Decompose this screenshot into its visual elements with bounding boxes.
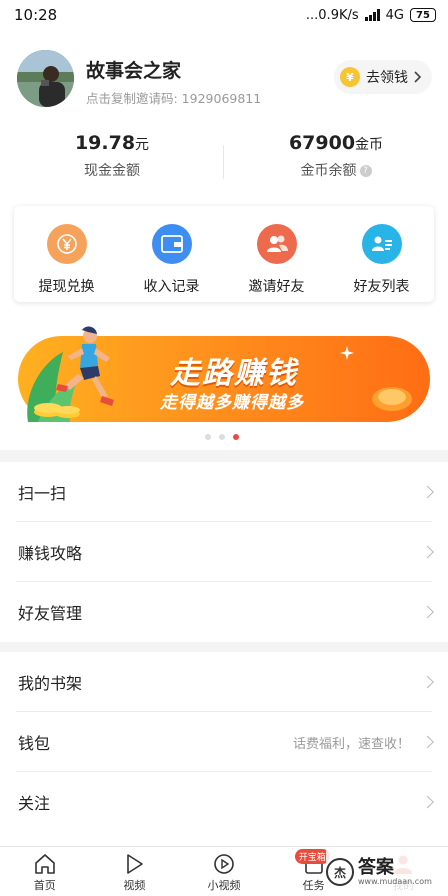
menu-item-label: 赚钱攻略 bbox=[18, 544, 83, 563]
gold-coins-icon bbox=[372, 387, 412, 411]
home-icon bbox=[34, 854, 55, 874]
runner-illustration-icon bbox=[27, 326, 114, 422]
tab-label: 视频 bbox=[123, 879, 146, 892]
cash-unit: 元 bbox=[135, 137, 150, 153]
username: 故事会之家 bbox=[86, 60, 182, 82]
menu-item-label: 关注 bbox=[18, 794, 51, 813]
sparkle-icon bbox=[340, 346, 354, 360]
quick-action-label: 收入记录 bbox=[143, 279, 200, 295]
network-speed: ...0.9K/s bbox=[305, 7, 359, 23]
coin-label: 金币余额 bbox=[300, 163, 357, 179]
chevron-right-icon bbox=[421, 545, 434, 559]
coin-unit: 金币 bbox=[355, 137, 384, 153]
status-indicators: ...0.9K/s 4G 75 bbox=[306, 8, 436, 23]
profile-header: 故事会之家 点击复制邀请码: 1929069811 ¥ 去领钱 bbox=[0, 30, 448, 118]
claim-money-button[interactable]: ¥ 去领钱 bbox=[334, 60, 432, 94]
pagination-dot[interactable] bbox=[205, 434, 211, 440]
tab-label: 任务 bbox=[302, 879, 325, 892]
banner-title: 走路赚钱 bbox=[170, 356, 298, 391]
tab-label: 小视频 bbox=[207, 879, 241, 892]
menu-item-label: 扫一扫 bbox=[18, 484, 67, 503]
status-bar: 10:28 ...0.9K/s 4G 75 bbox=[0, 0, 448, 30]
menu-item-friend-management[interactable]: 好友管理 bbox=[0, 582, 448, 642]
quick-action-invite[interactable]: 邀请好友 bbox=[224, 206, 329, 302]
tab-short-video[interactable]: 小视频 bbox=[179, 847, 269, 896]
chevron-right-icon bbox=[421, 675, 434, 689]
menu-group-tools: 扫一扫 赚钱攻略 好友管理 bbox=[0, 462, 448, 642]
quick-actions-card: 提现兑换 收入记录 邀请好友 好友列表 bbox=[14, 206, 434, 302]
treasure-box-badge: 开宝箱 bbox=[294, 849, 330, 864]
watermark: 杰 答案 www.mudaan.com bbox=[326, 850, 444, 894]
cash-label: 现金金额 bbox=[84, 163, 140, 179]
menu-item-following[interactable]: 关注 bbox=[0, 772, 448, 832]
quick-action-label: 好友列表 bbox=[353, 279, 410, 295]
watermark-logo-icon: 杰 bbox=[326, 858, 354, 886]
menu-item-scan[interactable]: 扫一扫 bbox=[0, 462, 448, 522]
coin-balance[interactable]: 67900金币 金币余额? bbox=[224, 118, 448, 192]
banner-subtitle: 走得越多赚得越多 bbox=[160, 393, 304, 413]
tab-label: 首页 bbox=[33, 879, 56, 892]
watermark-text: 答案 bbox=[358, 856, 394, 878]
battery-level: 75 bbox=[416, 9, 430, 21]
menu-item-label: 我的书架 bbox=[18, 674, 83, 693]
claim-money-label: 去领钱 bbox=[366, 70, 408, 86]
status-time: 10:28 bbox=[14, 6, 58, 24]
quick-action-label: 邀请好友 bbox=[248, 279, 305, 295]
menu-item-label: 好友管理 bbox=[18, 604, 83, 623]
battery-icon: 75 bbox=[410, 8, 436, 22]
quick-action-label: 提现兑换 bbox=[38, 279, 95, 295]
carrier-label: 4G bbox=[385, 7, 404, 23]
chevron-right-icon bbox=[421, 485, 434, 499]
stats-divider bbox=[223, 145, 224, 179]
chevron-right-icon bbox=[421, 605, 434, 619]
quick-action-withdraw[interactable]: 提现兑换 bbox=[14, 206, 119, 302]
wallet-promo-hint: 话费福利，速查收！ bbox=[292, 736, 410, 752]
banner-pagination bbox=[205, 434, 239, 440]
signal-icon bbox=[364, 9, 380, 21]
menu-item-bookshelf[interactable]: 我的书架 bbox=[0, 652, 448, 712]
users-icon bbox=[256, 224, 297, 264]
menu-item-label: 钱包 bbox=[18, 734, 51, 753]
pagination-dot-active[interactable] bbox=[233, 434, 239, 440]
yen-icon bbox=[46, 224, 87, 264]
chevron-right-icon bbox=[421, 795, 434, 809]
tab-home[interactable]: 首页 bbox=[0, 847, 90, 896]
menu-item-earning-guide[interactable]: 赚钱攻略 bbox=[0, 522, 448, 582]
menu-item-wallet[interactable]: 钱包 话费福利，速查收！ bbox=[0, 712, 448, 772]
quick-action-income[interactable]: 收入记录 bbox=[119, 206, 224, 302]
menu-group-account: 我的书架 钱包 话费福利，速查收！ 关注 bbox=[0, 652, 448, 846]
play-icon bbox=[127, 854, 144, 874]
watermark-url: www.mudaan.com bbox=[358, 876, 432, 886]
coin-value: 67900 bbox=[288, 132, 356, 154]
balance-stats: 19.78元 现金金额 67900金币 金币余额? bbox=[0, 118, 448, 192]
question-icon[interactable]: ? bbox=[359, 165, 372, 177]
cash-balance[interactable]: 19.78元 现金金额 bbox=[0, 118, 224, 192]
invite-code[interactable]: 点击复制邀请码: 1929069811 bbox=[86, 88, 261, 107]
cash-value: 19.78 bbox=[74, 132, 136, 154]
avatar[interactable] bbox=[17, 50, 74, 107]
contact-list-icon bbox=[361, 224, 402, 264]
wallet-icon bbox=[151, 224, 192, 264]
chevron-right-icon bbox=[414, 71, 422, 83]
tab-video[interactable]: 视频 bbox=[90, 847, 180, 896]
quick-action-friends[interactable]: 好友列表 bbox=[329, 206, 434, 302]
pagination-dot[interactable] bbox=[219, 434, 225, 440]
chevron-right-icon bbox=[421, 735, 434, 749]
short-video-icon bbox=[214, 854, 234, 874]
yen-coin-icon: ¥ bbox=[340, 67, 360, 87]
